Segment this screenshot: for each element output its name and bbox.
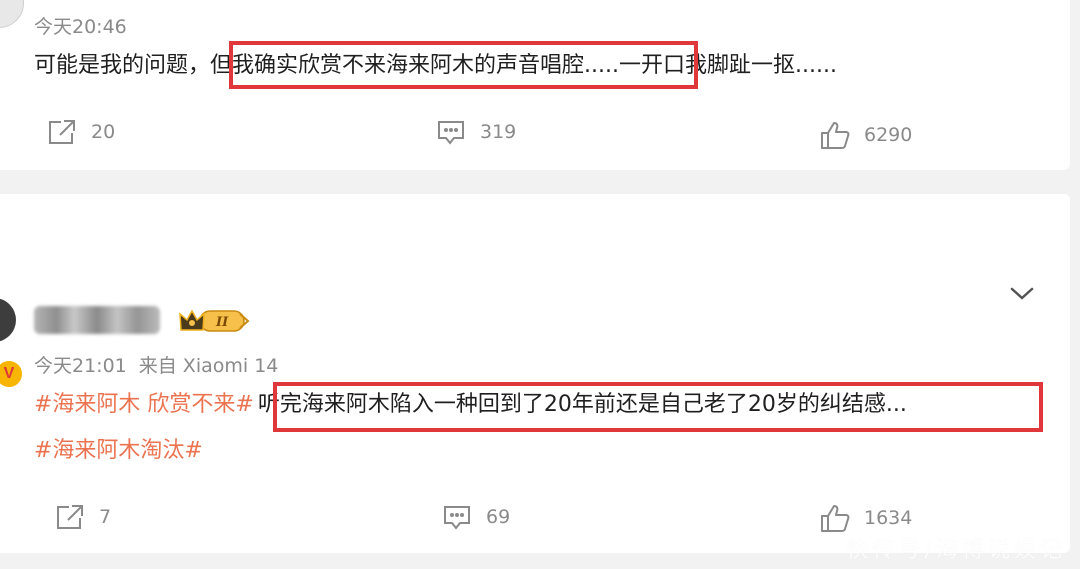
avatar[interactable] bbox=[0, 0, 24, 28]
comment-meta: 今天21:01 来自 Xiaomi 14 bbox=[34, 351, 278, 378]
share-icon bbox=[47, 118, 77, 146]
comment-card-1: 今天20:46 可能是我的问题，但我确实欣赏不来海来阿木的声音唱腔.....一开… bbox=[0, 0, 1070, 170]
highlight-box bbox=[229, 41, 698, 89]
comment-source: 来自 Xiaomi 14 bbox=[138, 355, 279, 377]
level-badge-text: II bbox=[215, 315, 229, 330]
share-button[interactable]: 7 bbox=[55, 503, 111, 531]
share-icon bbox=[55, 503, 85, 531]
comment-text-prefix: 可能是我的问题， bbox=[34, 53, 211, 78]
comment-button[interactable]: 69 bbox=[442, 503, 510, 531]
verified-icon: V bbox=[0, 359, 24, 389]
like-count: 1634 bbox=[864, 507, 913, 529]
avatar[interactable] bbox=[0, 298, 16, 342]
like-button[interactable]: 1634 bbox=[820, 503, 912, 533]
watermark: 快传号/海博说娱记 bbox=[846, 538, 1066, 563]
comment-icon bbox=[442, 503, 472, 531]
like-count: 6290 bbox=[864, 124, 913, 146]
crown-icon: II bbox=[179, 309, 250, 332]
like-icon bbox=[820, 120, 850, 150]
share-count: 7 bbox=[99, 506, 112, 528]
like-icon bbox=[820, 503, 850, 533]
comment-card-2: V II 今天21:01 来自 Xiaomi 14 #海来阿木 欣赏不来# 听完海来… bbox=[0, 194, 1070, 553]
share-button[interactable]: 20 bbox=[47, 118, 115, 146]
topic-link[interactable]: #海来阿木 欣赏不来# bbox=[34, 392, 254, 417]
chevron-down-icon[interactable] bbox=[1008, 284, 1036, 304]
comment-button[interactable]: 319 bbox=[436, 118, 516, 146]
share-count: 20 bbox=[91, 121, 116, 143]
username-blurred[interactable] bbox=[34, 306, 160, 334]
comment-timestamp: 今天20:46 bbox=[34, 16, 127, 38]
comment-timestamp: 今天21:01 bbox=[34, 355, 127, 377]
comment-count: 319 bbox=[480, 121, 517, 143]
highlight-box bbox=[273, 382, 1043, 432]
like-button[interactable]: 6290 bbox=[820, 120, 912, 150]
comment-count: 69 bbox=[486, 506, 511, 528]
comment-icon bbox=[436, 118, 466, 146]
topic-link[interactable]: #海来阿木淘汰# bbox=[34, 436, 203, 466]
